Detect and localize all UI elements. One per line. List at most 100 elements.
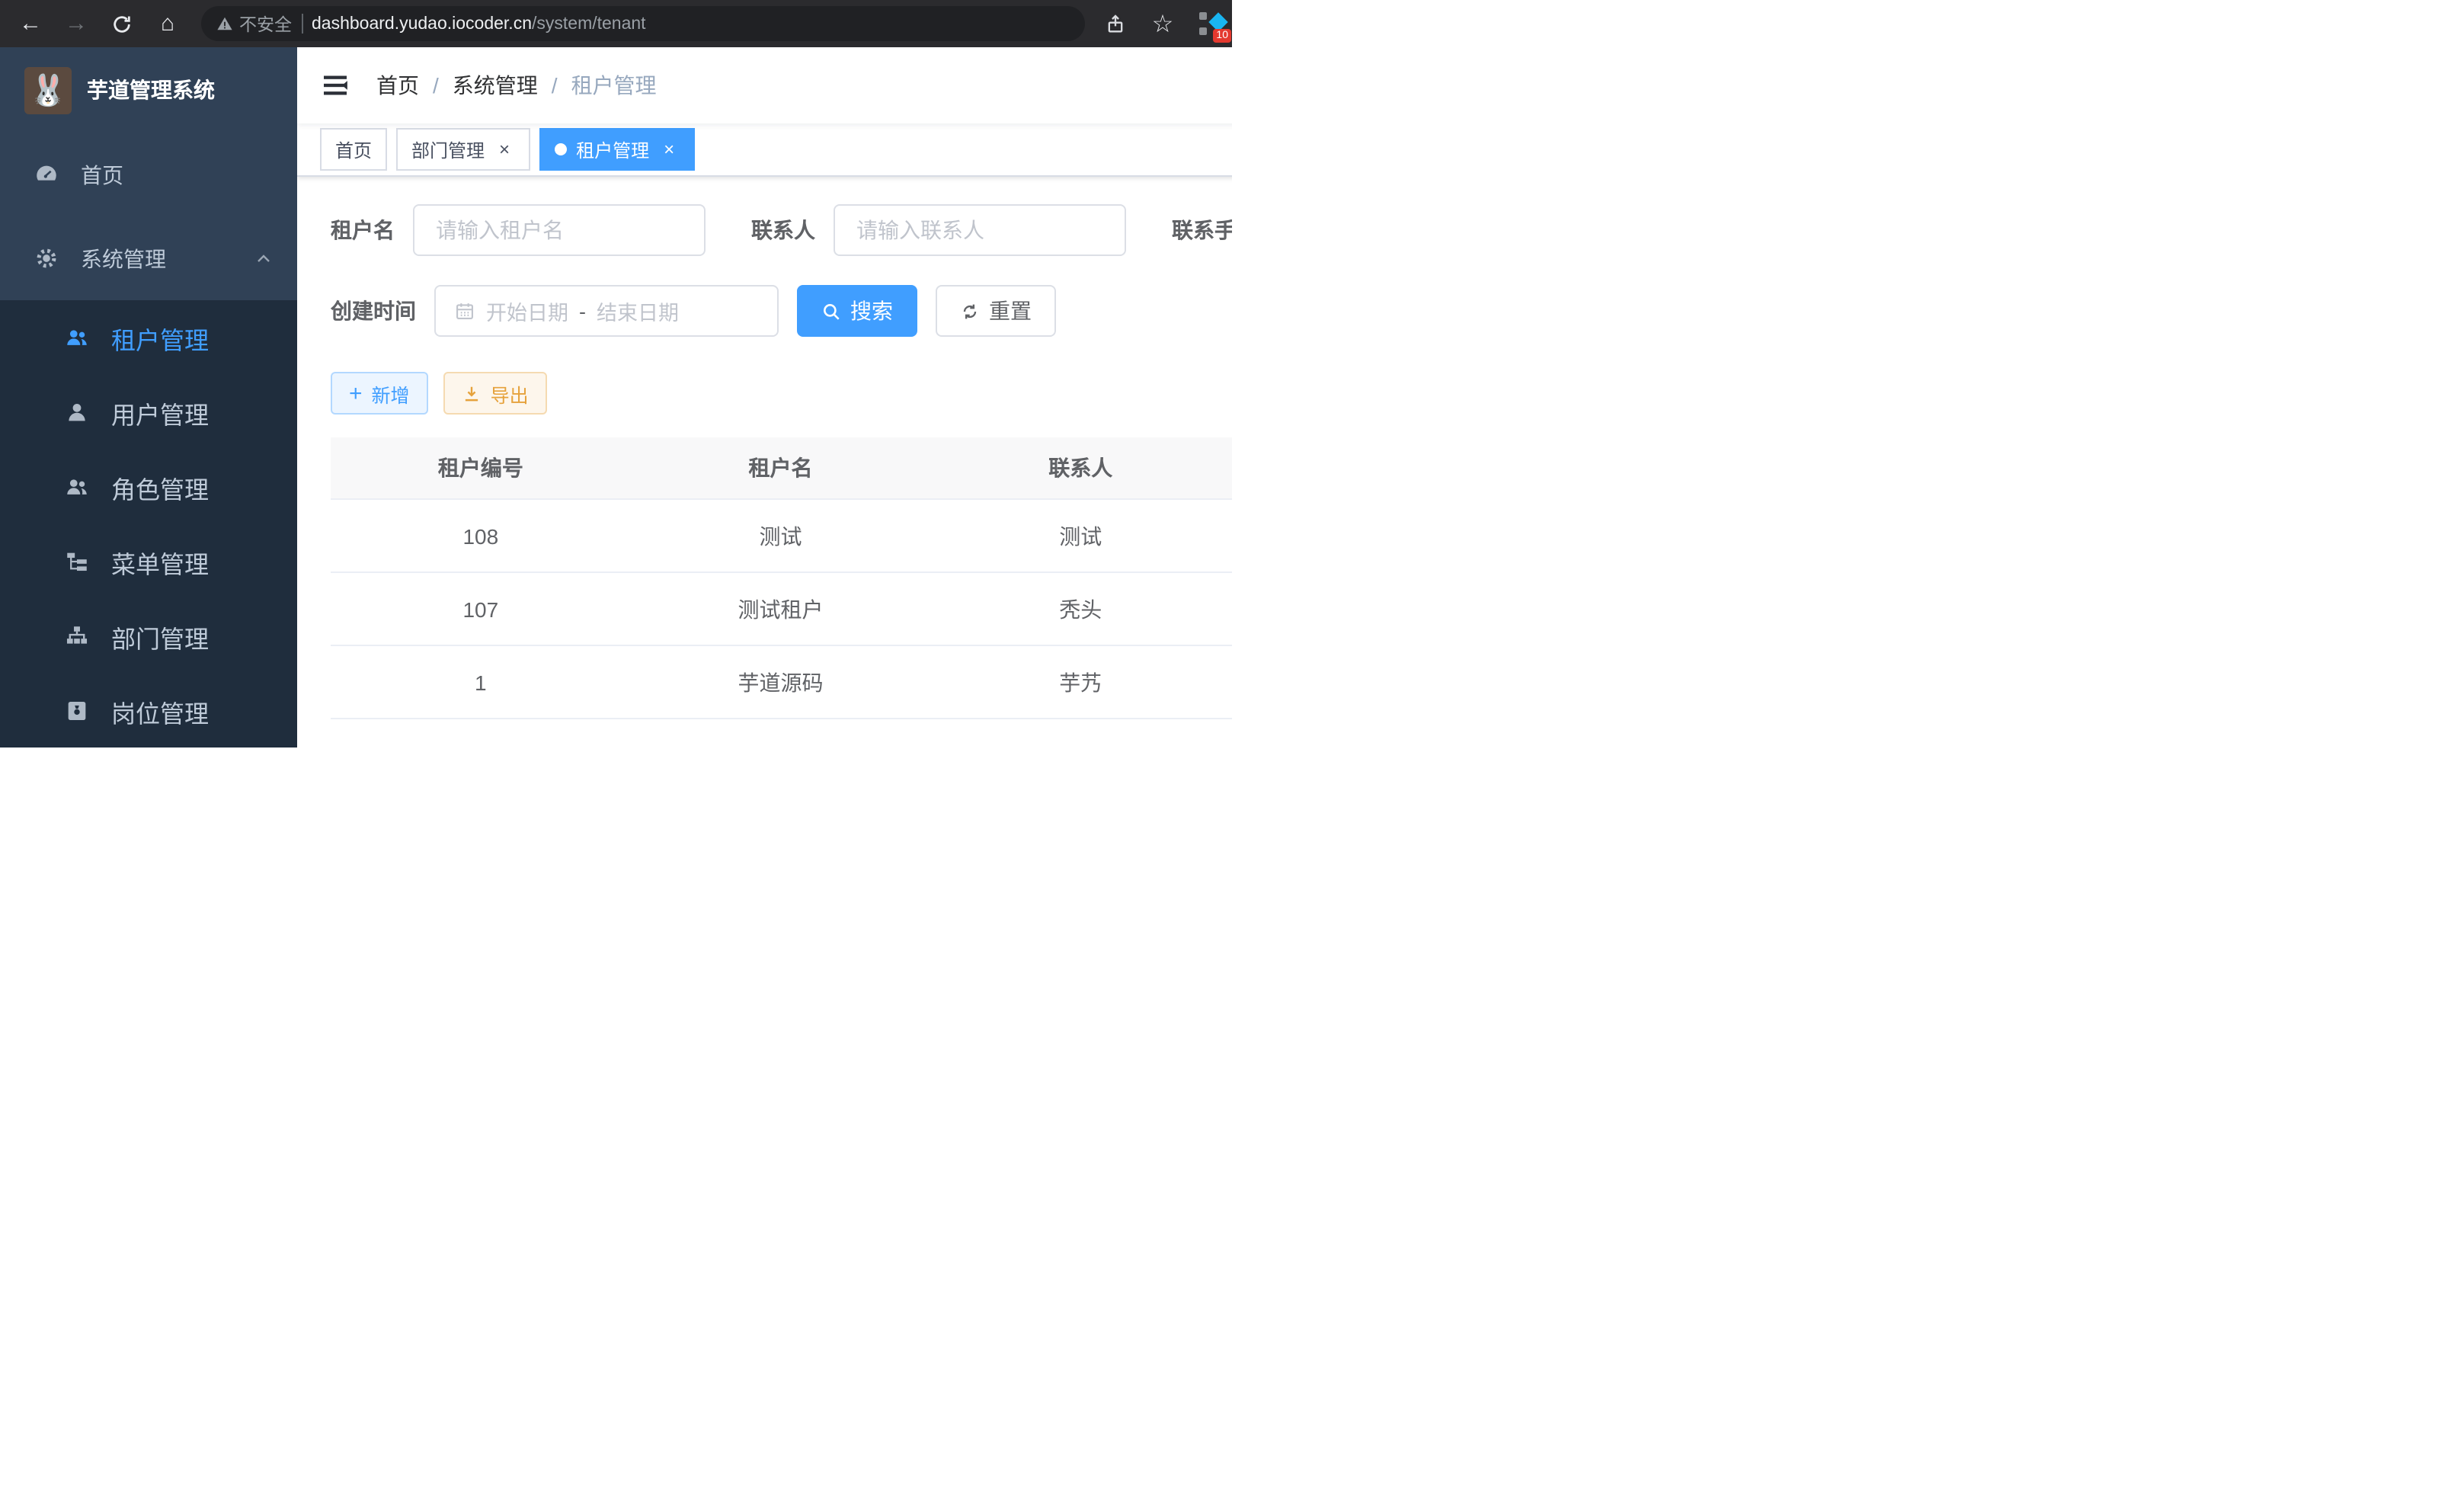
user-icon (64, 399, 90, 425)
chevron-up-icon (254, 249, 273, 267)
col-mobile: 联系手机 (1230, 437, 1232, 499)
search-button[interactable]: 搜索 (797, 285, 917, 337)
not-secure-warning[interactable]: 不安全 (216, 11, 292, 36)
sidebar-item-dept[interactable]: 部门管理 (0, 599, 297, 674)
share-icon[interactable] (1100, 9, 1129, 38)
add-button-label: 新增 (372, 379, 410, 408)
org-chart-icon (64, 623, 90, 649)
table-row: 108 测试 测试 15601691300 关闭 2021-12-14 21:0… (331, 499, 1232, 572)
cell-mobile: 15601691300 (1230, 499, 1232, 572)
search-icon (821, 301, 841, 321)
tenant-name-label: 租户名 (331, 215, 395, 245)
browser-reload-icon[interactable] (104, 5, 140, 42)
breadcrumb-separator: / (552, 73, 558, 98)
breadcrumb-current: 租户管理 (571, 70, 657, 101)
url-bar[interactable]: 不安全 dashboard.yudao.iocoder.cn/system/te… (201, 6, 1085, 41)
tenant-name-input[interactable] (433, 216, 686, 244)
extension-badge: 10 (1213, 29, 1231, 43)
sidebar-item-label: 岗位管理 (111, 693, 273, 729)
reset-button[interactable]: 重置 (936, 285, 1056, 337)
col-tenant-id: 租户编号 (331, 437, 631, 499)
refresh-icon (960, 301, 980, 321)
dashboard-icon (34, 162, 59, 187)
tab-label: 部门管理 (411, 136, 485, 162)
sidebar-item-role[interactable]: 角色管理 (0, 450, 297, 524)
warning-triangle-icon (216, 15, 233, 32)
app-title: 芋道管理系统 (87, 75, 215, 105)
table-row: 107 测试租户 秃头 15601691300 关闭 2021-12-14 20… (331, 572, 1232, 645)
sidebar-item-label: 系统管理 (81, 243, 254, 274)
close-icon[interactable] (494, 139, 515, 160)
browser-forward-icon[interactable]: → (58, 5, 94, 42)
breadcrumb-system[interactable]: 系统管理 (453, 70, 538, 101)
badge-icon (64, 698, 90, 724)
export-button-label: 导出 (491, 379, 529, 408)
cell-tenant-name: 测试 (631, 499, 931, 572)
sidebar-item-system[interactable]: 系统管理 (0, 216, 297, 300)
sidebar-toggle-icon[interactable] (318, 69, 352, 102)
sidebar-item-label: 首页 (81, 159, 273, 190)
add-button[interactable]: + 新增 (331, 372, 428, 415)
logo-image: 🐰 (24, 66, 72, 114)
mobile-label: 联系手机 (1172, 215, 1232, 245)
roles-icon (64, 474, 90, 500)
breadcrumb-separator: / (433, 73, 439, 98)
cell-contact: 测试 (930, 499, 1230, 572)
sidebar-item-label: 租户管理 (111, 319, 273, 356)
bookmark-star-icon[interactable]: ☆ (1144, 5, 1181, 42)
export-button[interactable]: 导出 (443, 372, 547, 415)
breadcrumb-home[interactable]: 首页 (376, 70, 419, 101)
contact-input[interactable] (853, 216, 1106, 244)
download-icon (462, 383, 482, 403)
sidebar-item-home[interactable]: 首页 (0, 133, 297, 216)
browser-home-icon[interactable]: ⌂ (149, 5, 186, 42)
cell-mobile: 17321315478 (1230, 645, 1232, 719)
sidebar-item-label: 部门管理 (111, 618, 273, 655)
col-contact: 联系人 (930, 437, 1230, 499)
active-dot (555, 143, 567, 155)
cell-tenant-name: 芋道源码 (631, 645, 931, 719)
calendar-icon (454, 300, 475, 322)
sidebar: 🐰 芋道管理系统 首页 系统管理 租户管理 (0, 47, 297, 748)
cell-contact: 秃头 (930, 572, 1230, 645)
extension-diamond-icon[interactable]: 10 (1199, 11, 1225, 37)
sidebar-item-menu[interactable]: 菜单管理 (0, 524, 297, 599)
security-label: 不安全 (239, 11, 292, 36)
cell-tenant-id: 1 (331, 645, 631, 719)
close-icon[interactable] (658, 139, 680, 160)
sidebar-item-label: 菜单管理 (111, 543, 273, 580)
create-time-label: 创建时间 (331, 296, 416, 326)
table-row: 1 芋道源码 芋艿 17321315478 开启 2021-01-05 17:0… (331, 645, 1232, 719)
date-range-picker[interactable]: 开始日期 - 结束日期 (434, 285, 779, 337)
browser-back-icon[interactable]: ← (12, 5, 49, 42)
tab-tenant[interactable]: 租户管理 (539, 128, 695, 171)
cell-tenant-id: 108 (331, 499, 631, 572)
plus-icon: + (349, 382, 363, 405)
url-path: /system/tenant (532, 14, 646, 33)
tenant-table: 租户编号 租户名 联系人 联系手机 租户状态 创建时间 操作 108 测试 (331, 437, 1232, 719)
gear-icon (34, 245, 59, 271)
start-date-placeholder[interactable]: 开始日期 (486, 296, 568, 326)
sidebar-submenu-system: 租户管理 用户管理 角色管理 菜单管理 部门管理 (0, 300, 297, 748)
users-icon (64, 325, 90, 351)
tab-label: 首页 (335, 136, 372, 162)
end-date-placeholder[interactable]: 结束日期 (597, 296, 679, 326)
range-separator: - (579, 299, 586, 322)
sidebar-item-post[interactable]: 岗位管理 (0, 674, 297, 748)
url-divider (301, 14, 302, 34)
page-content: 租户名 联系人 联系手机 租户状态 请选择租户状态 (297, 177, 1232, 748)
breadcrumb: 首页 / 系统管理 / 租户管理 (376, 70, 657, 101)
tab-dept[interactable]: 部门管理 (396, 128, 530, 171)
sidebar-item-label: 用户管理 (111, 394, 273, 431)
tags-view: 首页 部门管理 租户管理 (297, 123, 1232, 177)
cell-mobile: 15601691300 (1230, 572, 1232, 645)
cell-contact: 芋艿 (930, 645, 1230, 719)
browser-toolbar: ← → ⌂ 不安全 dashboard.yudao.iocoder.cn/sys… (0, 0, 1232, 47)
app-logo[interactable]: 🐰 芋道管理系统 (0, 47, 297, 133)
search-button-label: 搜索 (850, 296, 893, 326)
tab-home[interactable]: 首页 (320, 128, 387, 171)
sidebar-item-tenant[interactable]: 租户管理 (0, 300, 297, 375)
sidebar-item-user[interactable]: 用户管理 (0, 375, 297, 450)
tree-icon (64, 549, 90, 575)
cell-tenant-name: 测试租户 (631, 572, 931, 645)
